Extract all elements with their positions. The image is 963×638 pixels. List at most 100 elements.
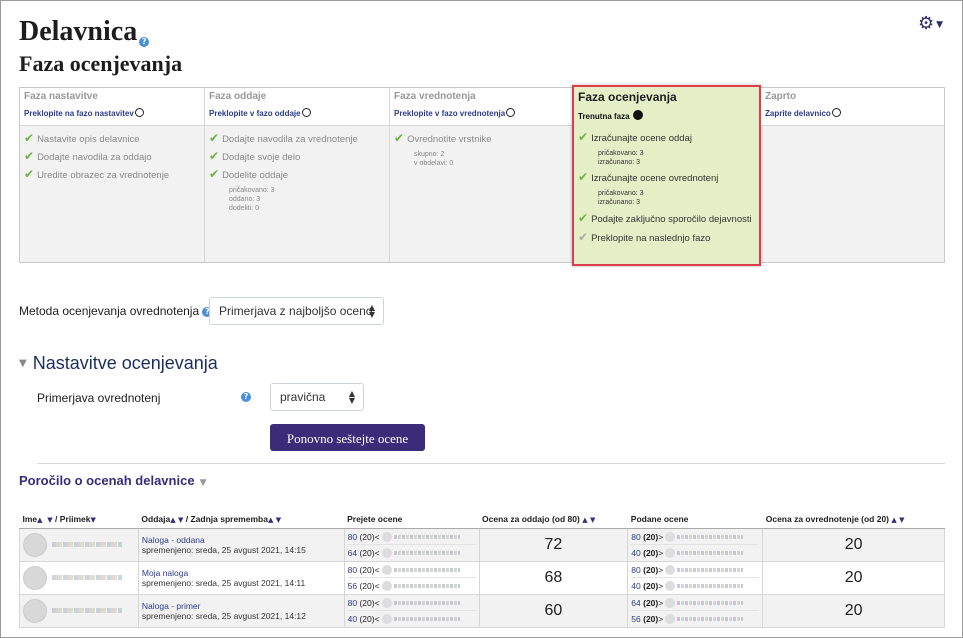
task-detail: izračunano: 3: [598, 159, 641, 166]
phase-title: Faza vrednotenja: [394, 91, 476, 102]
settings-menu[interactable]: ⚙ ▼: [918, 13, 943, 34]
divider: [37, 463, 945, 464]
given-grade: 64 (20)>: [631, 595, 760, 611]
settings-section-toggle[interactable]: ▼ Nastavitve ocenjevanja: [19, 353, 218, 374]
avatar: [381, 581, 392, 592]
sort-up-icon: ▲: [37, 516, 43, 525]
select-arrows-icon: ▲ ▼: [348, 389, 355, 405]
redacted-name: [677, 617, 744, 622]
sort-up-icon: ▲: [170, 516, 176, 525]
avatar: [381, 565, 392, 576]
task-detail: v obdelavi: 0: [414, 160, 454, 167]
comparison-method-select[interactable]: Primerjava z najboljšo oceno ▲ ▼: [209, 297, 384, 325]
received-grade: 64 (20)<: [348, 545, 476, 561]
avatar: [381, 614, 392, 625]
avatar[interactable]: [23, 598, 47, 623]
redacted-name: [677, 551, 744, 556]
check-icon: ✔: [578, 230, 589, 244]
phase-title: Zaprto: [765, 91, 797, 102]
switch-phase-icon: [506, 108, 516, 117]
redacted-name: [393, 617, 460, 622]
recalculate-grades-button[interactable]: Ponovno seštejte ocene: [270, 424, 425, 451]
table-row: Moja naloga spremenjeno: sreda, 25 avgus…: [19, 560, 945, 595]
avatar: [665, 548, 676, 559]
avatar: [665, 614, 676, 625]
avatar: [381, 548, 392, 559]
redacted-name: [393, 601, 460, 606]
avatar: [381, 532, 392, 543]
task-item[interactable]: ✔ Izračunajte ocene oddaj: [578, 131, 755, 145]
phase-title: Faza nastavitve: [24, 91, 98, 102]
submission-link[interactable]: Moja naloga: [142, 568, 341, 578]
phase-submission: Faza oddaje Preklopite v fazo oddaje ✔ Do…: [205, 88, 390, 262]
assessment-comparison-select[interactable]: pravična ▲ ▼: [270, 383, 364, 411]
switch-phase-icon: [134, 108, 144, 117]
redacted-name: [393, 551, 460, 556]
task-item[interactable]: ✔ Preklopite na naslednjo fazo: [578, 231, 755, 245]
redacted-name: [677, 535, 744, 540]
sort-down-icon: ▼: [90, 516, 96, 525]
column-header-received: Prejete ocene: [344, 511, 480, 529]
column-header-name[interactable]: Ime▲ ▼ / Priimek▼: [19, 511, 139, 529]
given-grade: 40 (20)>: [631, 545, 759, 561]
phase-switch-link[interactable]: Zaprite delavnico: [765, 108, 940, 118]
received-grade: 56 (20)<: [348, 578, 476, 594]
submission-link[interactable]: Naloga - primer: [142, 601, 341, 611]
received-grade: 40 (20)<: [348, 611, 476, 627]
phase-evaluation-current: Faza ocenjevanja Trenutna faza ✔ Izračuna…: [572, 85, 761, 266]
submission-link[interactable]: Naloga - oddana: [142, 535, 341, 545]
avatar[interactable]: [23, 532, 47, 557]
task-detail: pričakovano: 3: [598, 150, 644, 157]
submission-modified: spremenjeno: sreda, 25 avgust 2021, 14:1…: [141, 544, 306, 555]
task-item: ✔ Dodelite oddaje: [209, 167, 289, 181]
phase-switch-link[interactable]: Preklopite na fazo nastavitev: [24, 108, 200, 118]
column-header-submission[interactable]: Oddaja▲ ▼ / Zadnja sprememba▲ ▼: [138, 511, 345, 529]
avatar[interactable]: [23, 565, 47, 590]
task-detail: pričakovano: 3: [598, 190, 644, 197]
task-detail: pričakovano: 3: [229, 187, 275, 194]
switch-phase-icon: [301, 108, 311, 117]
sort-up-icon: ▲: [267, 516, 274, 525]
help-icon[interactable]: ?: [241, 392, 251, 402]
check-icon: ✔: [209, 149, 220, 163]
task-item[interactable]: ✔ Izračunajte ocene ovrednotenj: [578, 171, 755, 185]
help-icon[interactable]: ?: [139, 37, 150, 47]
task-detail: izračunano: 3: [598, 199, 641, 206]
sort-up-icon: ▲: [891, 516, 897, 525]
column-header-grade-submission[interactable]: Ocena za oddajo (od 80) ▲ ▼: [479, 511, 628, 529]
select-arrows-icon: ▲ ▼: [368, 303, 375, 319]
task-item: ✔ Nastavite opis delavnice: [24, 131, 140, 145]
redacted-name: [677, 584, 744, 589]
check-icon: ✔: [578, 211, 589, 225]
avatar: [665, 581, 676, 592]
grades-report-toggle[interactable]: Poročilo o ocenah delavnice ▼: [19, 473, 206, 488]
assessment-grade: 20: [762, 593, 945, 628]
collapse-icon: ▼: [19, 358, 27, 369]
check-icon: ✔: [24, 131, 35, 145]
received-grade: 80 (20)<: [347, 529, 476, 545]
task-item: ✔ Uredite obrazec za vrednotenje: [24, 167, 170, 181]
redacted-name: [393, 584, 460, 589]
column-header-grade-assessment[interactable]: Ocena za ovrednotenje (od 20) ▲ ▼: [762, 511, 945, 529]
check-icon: ✔: [394, 131, 405, 145]
task-detail: skupno: 2: [414, 151, 445, 158]
avatar: [381, 598, 392, 609]
check-icon: ✔: [578, 130, 589, 144]
gear-icon: ⚙: [918, 13, 935, 34]
task-item: ✔ Ovrednotite vrstnike: [394, 131, 492, 145]
sort-down-icon: ▼: [589, 516, 596, 525]
switch-phase-icon: [831, 108, 841, 117]
given-grade: 40 (20)>: [631, 578, 759, 594]
sort-down-icon: ▼: [275, 516, 282, 525]
phase-title: Faza ocenjevanja: [578, 90, 677, 104]
phase-assessment: Faza vrednotenja Preklopite v fazo vredn…: [390, 88, 575, 262]
sort-down-icon: ▼: [47, 516, 53, 525]
phase-switch-link[interactable]: Preklopite v fazo oddaje: [209, 108, 385, 118]
phase-title: Faza oddaje: [209, 91, 267, 102]
check-icon: ✔: [24, 167, 35, 181]
phase-planner: Faza nastavitve Preklopite na fazo nasta…: [19, 85, 945, 266]
phase-switch-link[interactable]: Preklopite v fazo vrednotenja: [394, 108, 570, 118]
submission-modified: spremenjeno: sreda, 25 avgust 2021, 14:1…: [141, 577, 306, 588]
grades-report-table: Ime▲ ▼ / Priimek▼ Oddaja▲ ▼ / Zadnja spr…: [19, 511, 945, 628]
task-item[interactable]: ✔ Podajte zaključno sporočilo dejavnosti: [578, 211, 755, 227]
